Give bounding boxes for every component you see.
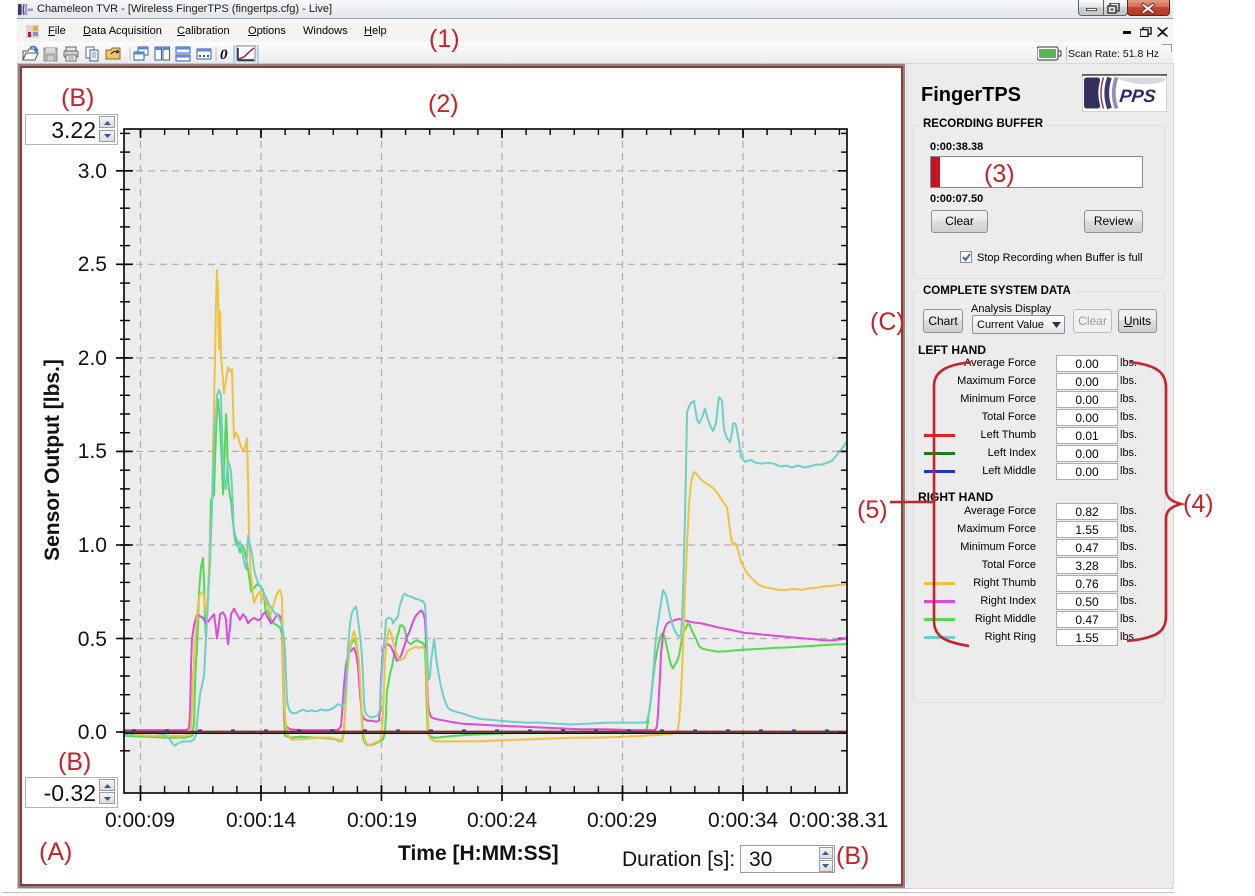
svg-text:PPS: PPS <box>1119 86 1157 106</box>
svg-text:0: 0 <box>220 47 228 63</box>
